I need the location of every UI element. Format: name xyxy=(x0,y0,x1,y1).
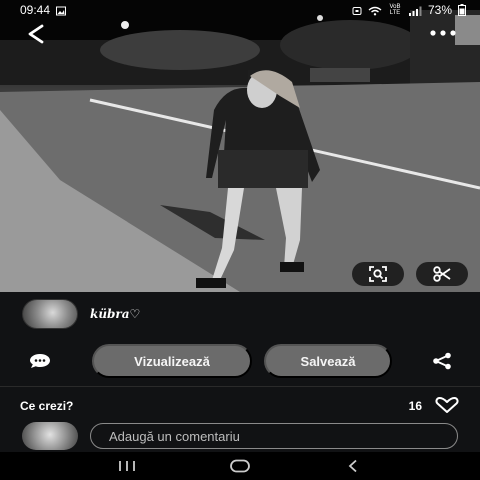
comment-bubble-icon xyxy=(30,354,50,368)
like-count: 16 xyxy=(408,399,422,413)
system-nav-bar xyxy=(0,452,480,480)
gallery-notification-icon xyxy=(56,5,67,16)
status-bar: 09:44 VoB LTE 73% xyxy=(0,0,480,20)
chevron-left-icon xyxy=(348,459,357,473)
view-button[interactable]: Vizualizează xyxy=(92,344,252,378)
feedback-prompt: Ce crezi? xyxy=(20,399,74,413)
likes: 16 xyxy=(408,396,460,416)
author-avatar[interactable] xyxy=(22,299,78,329)
save-button[interactable]: Salvează xyxy=(264,344,392,378)
heart-icon xyxy=(435,396,459,413)
home-icon xyxy=(230,459,250,473)
street-photo-illustration xyxy=(0,0,480,292)
system-back-button[interactable] xyxy=(333,456,373,476)
more-dots-icon xyxy=(430,30,456,36)
battery-icon xyxy=(458,4,466,16)
back-arrow-icon xyxy=(28,24,44,44)
comment-input[interactable] xyxy=(90,423,458,449)
wifi-icon xyxy=(368,5,382,16)
author-row[interactable]: kübra♡ xyxy=(22,299,140,329)
network-label: VoB LTE xyxy=(389,4,401,16)
visual-search-button[interactable] xyxy=(352,262,404,286)
comment-button[interactable] xyxy=(26,353,54,369)
pin-photo[interactable] xyxy=(0,0,480,292)
status-right: VoB LTE 73% xyxy=(352,3,466,17)
signal-icon xyxy=(408,5,422,16)
comment-row xyxy=(22,422,462,450)
visual-search-icon xyxy=(369,266,387,282)
scissors-icon xyxy=(433,266,451,282)
recent-apps-icon xyxy=(118,461,135,471)
back-button[interactable] xyxy=(24,22,48,46)
current-user-avatar[interactable] xyxy=(22,422,78,450)
alarm-icon xyxy=(352,5,362,15)
like-button[interactable] xyxy=(434,396,460,416)
share-icon xyxy=(433,352,451,370)
cutout-button[interactable] xyxy=(416,262,468,286)
status-time: 09:44 xyxy=(20,3,51,17)
status-left: 09:44 xyxy=(20,3,67,17)
battery-percent: 73% xyxy=(427,3,452,17)
action-row: Vizualizează Salvează xyxy=(0,344,480,378)
author-name[interactable]: kübra♡ xyxy=(90,307,140,321)
recent-apps-button[interactable] xyxy=(107,456,147,476)
feedback-row: Ce crezi? 16 xyxy=(20,396,460,416)
panel-divider xyxy=(0,386,480,387)
home-button[interactable] xyxy=(220,456,260,476)
share-button[interactable] xyxy=(430,352,454,370)
more-options-button[interactable] xyxy=(428,26,458,38)
